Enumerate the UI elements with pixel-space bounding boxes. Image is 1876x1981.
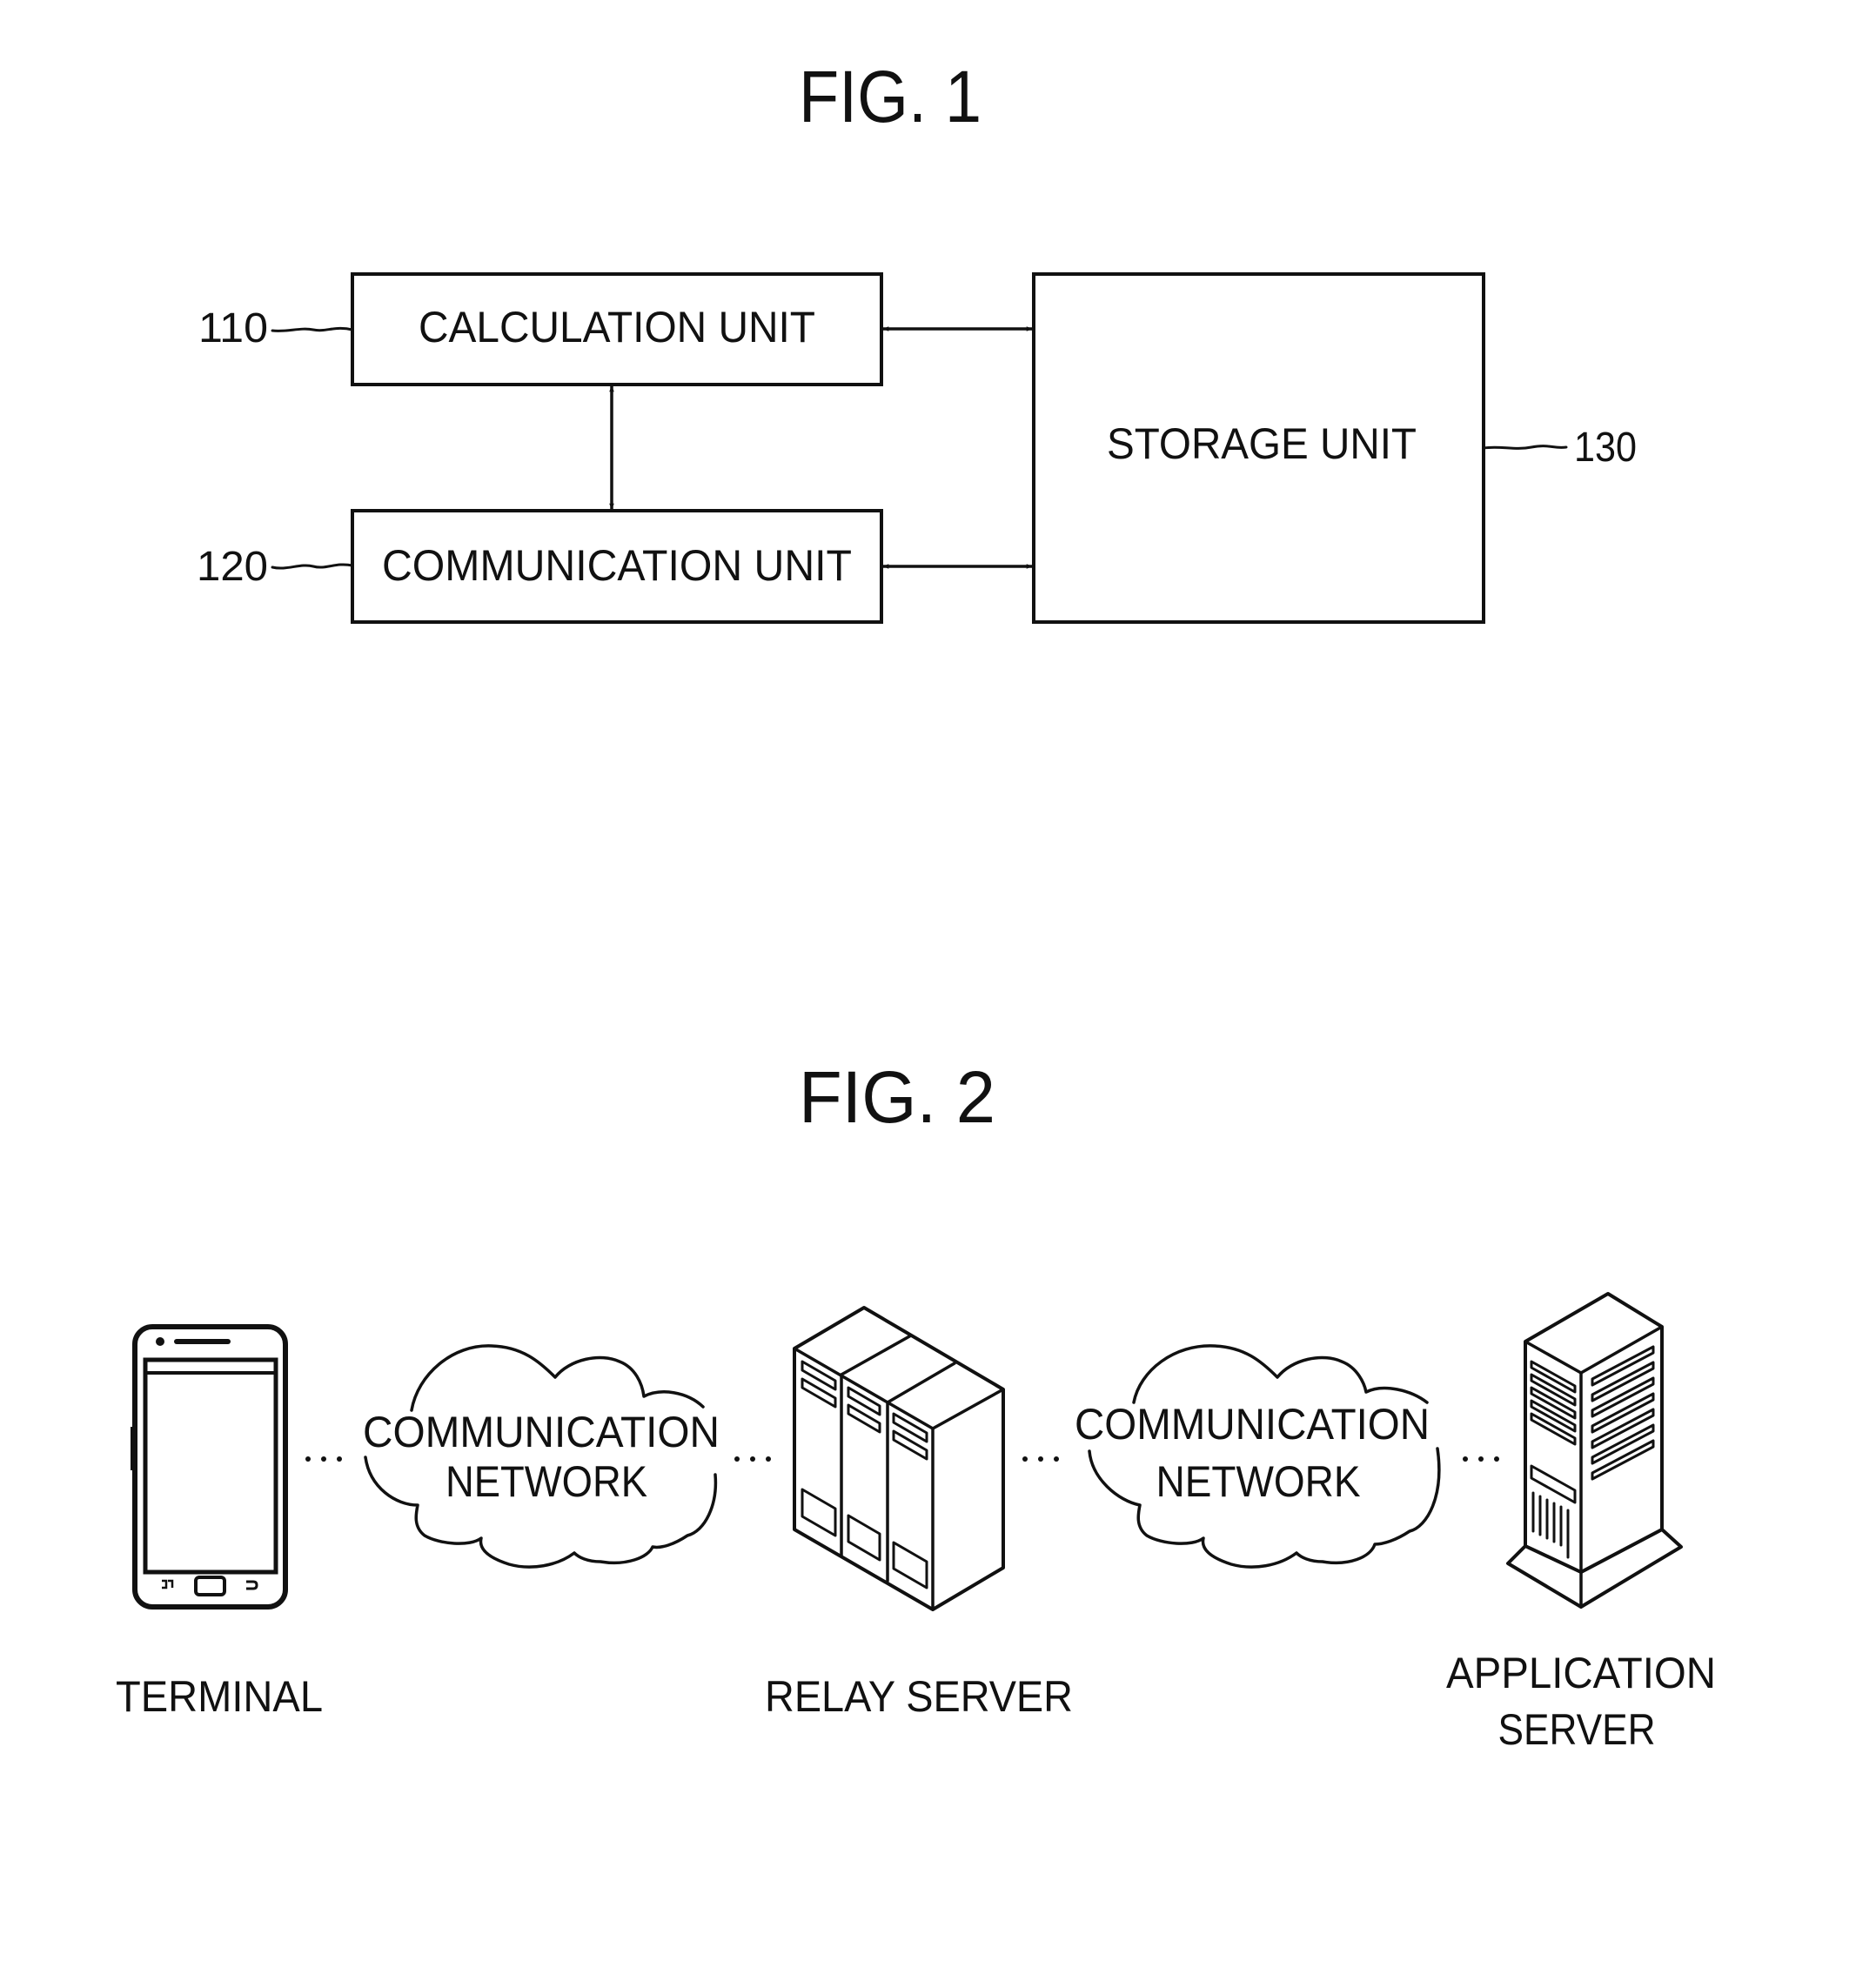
storage-unit-block: STORAGE UNIT (1032, 272, 1485, 624)
calculation-unit-block: CALCULATION UNIT (351, 272, 883, 386)
storage-unit-label: STORAGE UNIT (1107, 419, 1417, 468)
cloud-icon (1088, 1344, 1441, 1569)
dotted-link-network-relay (734, 1456, 771, 1462)
application-server-label-line-1: APPLICATION (1446, 1649, 1716, 1697)
cloud-2-label-line-2: NETWORK (1156, 1457, 1361, 1506)
dotted-link-terminal-network (305, 1456, 342, 1462)
figure-1-title: FIG. 1 (799, 56, 982, 137)
communication-network-cloud-1: COMMUNICATION NETWORK (363, 1344, 720, 1569)
terminal-label: TERMINAL (116, 1672, 323, 1721)
relay-server-label: RELAY SERVER (765, 1672, 1073, 1721)
server-rack-icon (793, 1306, 1005, 1611)
figure-1: FIG. 1 CALCULATION UNIT 110 COMMUNICATIO… (197, 56, 1637, 624)
reference-numeral-130: 130 (1574, 425, 1637, 471)
figure-2-title: FIG. 2 (799, 1056, 995, 1138)
leader-line-110 (271, 326, 354, 332)
smartphone-icon (131, 1324, 288, 1610)
leader-line-120 (271, 563, 354, 570)
leader-line-130 (1482, 445, 1568, 450)
figure-2: FIG. 2 COMMUNICATION NETWORK COMMUNICATI… (116, 1056, 1716, 1754)
tower-server-icon (1506, 1292, 1683, 1609)
dotted-link-relay-network (1022, 1456, 1059, 1462)
calculation-unit-label: CALCULATION UNIT (419, 303, 815, 351)
application-server-label-line-2: SERVER (1498, 1705, 1656, 1754)
cloud-1-label-line-1: COMMUNICATION (363, 1408, 720, 1456)
reference-numeral-110: 110 (198, 305, 268, 351)
patent-drawing-sheet: FIG. 1 CALCULATION UNIT 110 COMMUNICATIO… (116, 56, 1716, 1754)
reference-numeral-120: 120 (197, 544, 268, 590)
dotted-link-network-application (1463, 1456, 1499, 1462)
cloud-1-label-line-2: NETWORK (446, 1457, 647, 1506)
communication-network-cloud-2: COMMUNICATION NETWORK (1075, 1344, 1441, 1569)
communication-unit-label: COMMUNICATION UNIT (382, 541, 852, 590)
cloud-2-label-line-1: COMMUNICATION (1075, 1400, 1430, 1449)
communication-unit-block: COMMUNICATION UNIT (351, 509, 883, 624)
